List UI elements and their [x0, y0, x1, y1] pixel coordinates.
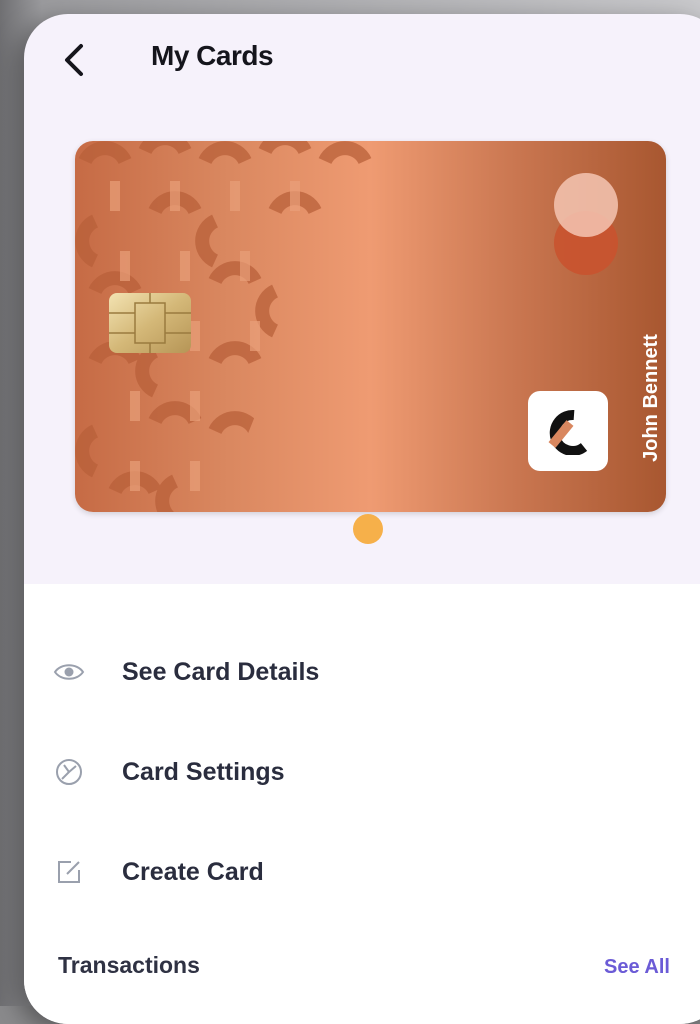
page-title: My Cards — [151, 40, 274, 71]
chevron-left-icon — [65, 44, 83, 76]
header: My Cards — [24, 14, 700, 124]
menu-item-card-settings[interactable]: Card Settings — [24, 732, 700, 812]
menu-item-see-card-details[interactable]: See Card Details — [24, 632, 700, 712]
mastercard-logo-icon — [554, 173, 618, 275]
menu-item-create-card[interactable]: Create Card — [24, 832, 700, 912]
chip-icon — [109, 293, 191, 353]
card-holder-name: John Bennett — [640, 334, 662, 462]
back-button[interactable] — [54, 38, 94, 82]
brand-mark-icon — [548, 409, 588, 455]
transactions-heading: Transactions — [58, 952, 200, 978]
settings-icon — [52, 755, 86, 789]
see-all-link[interactable]: See All — [604, 956, 670, 979]
edit-square-icon — [52, 855, 86, 889]
menu-item-label: Create Card — [122, 857, 264, 886]
carousel-indicator[interactable] — [353, 514, 383, 544]
menu-item-label: Card Settings — [122, 757, 285, 786]
app-logo-icon — [528, 391, 608, 471]
card-menu: See Card Details Card Settings Create Ca… — [24, 584, 700, 1024]
phone-screen: My Cards John Bennett See Card Details C… — [24, 14, 700, 1024]
menu-item-label: See Card Details — [122, 657, 320, 686]
eye-icon — [52, 655, 86, 689]
credit-card[interactable]: mastercard John Bennett — [75, 141, 666, 512]
